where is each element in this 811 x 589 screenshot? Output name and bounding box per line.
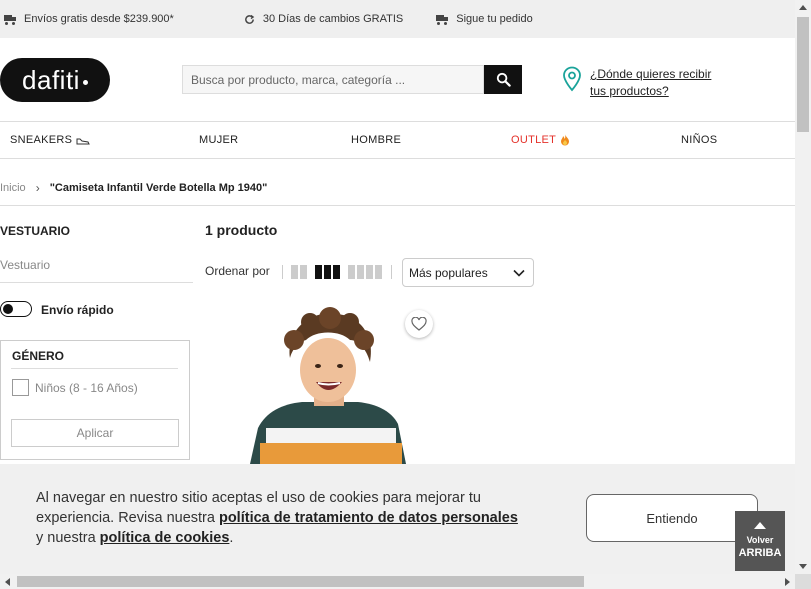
accept-cookies-button[interactable]: Entiendo xyxy=(586,494,758,542)
scroll-left-arrow-icon[interactable] xyxy=(5,578,10,586)
product-count: 1 producto xyxy=(205,222,278,238)
cookie-banner: Al navegar en nuestro sitio aceptas el u… xyxy=(0,464,795,574)
data-policy-link[interactable]: política de tratamiento de datos persona… xyxy=(219,510,518,526)
dafiti-logo[interactable]: dafiti xyxy=(0,58,110,102)
nav-label: HOMBRE xyxy=(351,134,402,146)
arrow-up-icon xyxy=(754,522,766,529)
cookie-message: Al navegar en nuestro sitio aceptas el u… xyxy=(36,488,526,548)
page: Envíos gratis desde $239.900* 30 Días de… xyxy=(0,0,811,589)
back-to-top-line2: ARRIBA xyxy=(738,547,782,559)
category-title: VESTUARIO xyxy=(0,224,71,238)
category-subtitle[interactable]: Vestuario xyxy=(0,258,193,283)
grid-3-columns-icon[interactable] xyxy=(315,265,340,279)
breadcrumb-home[interactable]: Inicio xyxy=(0,182,26,194)
vertical-scrollbar[interactable] xyxy=(795,0,811,574)
heart-icon xyxy=(411,317,427,331)
logo-text: dafiti xyxy=(22,64,80,95)
back-to-top-button[interactable]: Volver ARRIBA xyxy=(735,511,785,571)
product-image[interactable] xyxy=(230,300,430,464)
sneaker-icon xyxy=(76,138,91,145)
header: dafiti ¿Dónde quieres recibir tus produc… xyxy=(0,38,795,122)
product-photo xyxy=(250,307,406,464)
divider xyxy=(11,368,178,369)
main-nav: SNEAKERS MUJER HOMBRE OUTLET NIÑOS xyxy=(0,122,795,159)
grid-2-columns-icon[interactable] xyxy=(291,265,307,279)
sort-select[interactable]: Más populares xyxy=(402,258,534,287)
scroll-down-arrow-icon[interactable] xyxy=(799,564,807,569)
truck-icon xyxy=(436,15,449,25)
logo-dot xyxy=(82,79,88,85)
returns-text: 30 Días de cambios GRATIS xyxy=(262,13,404,25)
track-order-link[interactable]: Sigue tu pedido xyxy=(436,13,533,25)
scroll-up-arrow-icon[interactable] xyxy=(799,5,807,10)
nav-item-sneakers[interactable]: SNEAKERS xyxy=(10,134,91,146)
location-pin-icon xyxy=(563,66,581,92)
delivery-location-text[interactable]: ¿Dónde quieres recibir tus productos? xyxy=(590,66,730,100)
search-button[interactable] xyxy=(484,65,522,94)
search-icon xyxy=(496,72,511,87)
nav-label: MUJER xyxy=(199,134,239,146)
refresh-icon xyxy=(244,14,255,24)
back-to-top-line1: Volver xyxy=(746,535,774,545)
sort-label: Ordenar por xyxy=(205,264,270,278)
returns-info[interactable]: 30 Días de cambios GRATIS xyxy=(244,13,403,25)
fast-shipping-toggle[interactable] xyxy=(0,301,32,317)
nav-item-mujer[interactable]: MUJER xyxy=(199,134,238,146)
fast-shipping-label: Envío rápido xyxy=(41,303,114,317)
gender-option-label[interactable]: Niños (8 - 16 Años) xyxy=(35,381,138,395)
scroll-right-arrow-icon[interactable] xyxy=(785,578,790,586)
nav-item-outlet[interactable]: OUTLET xyxy=(511,134,570,146)
divider xyxy=(282,265,283,279)
search-input[interactable] xyxy=(182,65,484,94)
divider xyxy=(0,205,795,206)
cookie-policy-link[interactable]: política de cookies xyxy=(100,530,230,546)
track-order-text: Sigue tu pedido xyxy=(456,13,533,25)
top-bar: Envíos gratis desde $239.900* 30 Días de… xyxy=(0,0,795,38)
toggle-knob xyxy=(3,304,13,314)
breadcrumb-separator: › xyxy=(35,181,40,195)
breadcrumb: Inicio › "Camiseta Infantil Verde Botell… xyxy=(0,181,267,195)
nav-label: NIÑOS xyxy=(681,134,718,146)
nav-label: OUTLET xyxy=(511,134,557,146)
cookie-text: y nuestra xyxy=(36,530,100,546)
gender-filter: GÉNERO Niños (8 - 16 Años) Aplicar xyxy=(0,340,190,460)
favorite-button[interactable] xyxy=(405,310,433,338)
sort-selected-value: Más populares xyxy=(409,265,488,280)
breadcrumb-current: "Camiseta Infantil Verde Botella Mp 1940… xyxy=(49,182,268,194)
grid-4-columns-icon[interactable] xyxy=(348,265,382,279)
free-shipping-text: Envíos gratis desde $239.900* xyxy=(24,13,174,25)
chevron-down-icon xyxy=(513,269,525,277)
flame-icon xyxy=(561,134,570,146)
horizontal-scrollbar[interactable] xyxy=(0,574,811,589)
location-line1: ¿Dónde quieres recibir xyxy=(590,67,712,81)
grid-options xyxy=(291,265,382,279)
gender-checkbox[interactable] xyxy=(12,379,29,396)
divider xyxy=(391,265,392,279)
horizontal-scroll-thumb[interactable] xyxy=(17,576,584,587)
nav-item-hombre[interactable]: HOMBRE xyxy=(351,134,401,146)
cookie-text: . xyxy=(229,530,234,546)
nav-item-ninos[interactable]: NIÑOS xyxy=(681,134,717,146)
free-shipping-info[interactable]: Envíos gratis desde $239.900* xyxy=(4,13,174,25)
scrollbar-corner xyxy=(795,574,811,589)
gender-filter-title: GÉNERO xyxy=(12,349,65,363)
apply-filter-button[interactable]: Aplicar xyxy=(11,419,179,447)
delivery-location[interactable]: ¿Dónde quieres recibir tus productos? xyxy=(562,66,730,100)
location-line2: tus productos? xyxy=(590,84,669,98)
truck-icon xyxy=(4,15,16,25)
vertical-scroll-thumb[interactable] xyxy=(797,17,809,132)
nav-label: SNEAKERS xyxy=(10,134,73,146)
